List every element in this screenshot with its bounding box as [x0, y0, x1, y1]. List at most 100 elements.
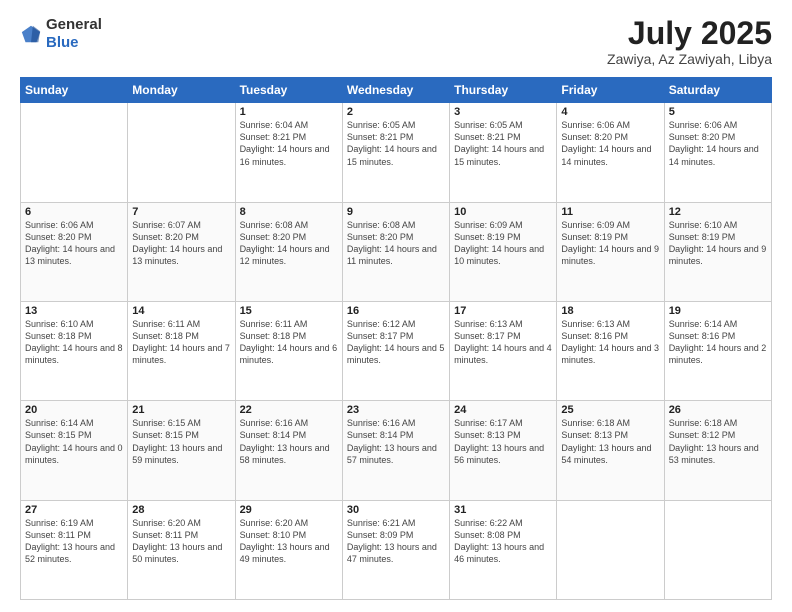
calendar-cell: 23Sunrise: 6:16 AM Sunset: 8:14 PM Dayli…: [342, 401, 449, 500]
day-number: 27: [25, 504, 123, 516]
day-info: Sunrise: 6:14 AM Sunset: 8:15 PM Dayligh…: [25, 417, 123, 466]
day-number: 16: [347, 305, 445, 317]
day-info: Sunrise: 6:11 AM Sunset: 8:18 PM Dayligh…: [240, 318, 338, 367]
day-number: 22: [240, 404, 338, 416]
day-info: Sunrise: 6:16 AM Sunset: 8:14 PM Dayligh…: [240, 417, 338, 466]
day-number: 17: [454, 305, 552, 317]
day-number: 21: [132, 404, 230, 416]
logo-blue: Blue: [46, 34, 79, 51]
day-header-wednesday: Wednesday: [342, 78, 449, 103]
day-number: 9: [347, 206, 445, 218]
calendar-cell: 19Sunrise: 6:14 AM Sunset: 8:16 PM Dayli…: [664, 301, 771, 400]
calendar-cell: [128, 103, 235, 202]
day-number: 7: [132, 206, 230, 218]
day-info: Sunrise: 6:05 AM Sunset: 8:21 PM Dayligh…: [454, 119, 552, 168]
title-month: July 2025: [607, 16, 772, 51]
calendar-cell: 6Sunrise: 6:06 AM Sunset: 8:20 PM Daylig…: [21, 202, 128, 301]
day-number: 25: [561, 404, 659, 416]
week-row-1: 6Sunrise: 6:06 AM Sunset: 8:20 PM Daylig…: [21, 202, 772, 301]
day-info: Sunrise: 6:20 AM Sunset: 8:11 PM Dayligh…: [132, 517, 230, 566]
calendar-cell: 12Sunrise: 6:10 AM Sunset: 8:19 PM Dayli…: [664, 202, 771, 301]
day-info: Sunrise: 6:06 AM Sunset: 8:20 PM Dayligh…: [669, 119, 767, 168]
day-info: Sunrise: 6:19 AM Sunset: 8:11 PM Dayligh…: [25, 517, 123, 566]
title-location: Zawiya, Az Zawiyah, Libya: [607, 51, 772, 67]
week-row-4: 27Sunrise: 6:19 AM Sunset: 8:11 PM Dayli…: [21, 500, 772, 599]
title-block: July 2025 Zawiya, Az Zawiyah, Libya: [607, 16, 772, 67]
day-header-friday: Friday: [557, 78, 664, 103]
day-info: Sunrise: 6:04 AM Sunset: 8:21 PM Dayligh…: [240, 119, 338, 168]
day-header-thursday: Thursday: [450, 78, 557, 103]
day-info: Sunrise: 6:08 AM Sunset: 8:20 PM Dayligh…: [240, 219, 338, 268]
day-number: 10: [454, 206, 552, 218]
calendar-cell: 14Sunrise: 6:11 AM Sunset: 8:18 PM Dayli…: [128, 301, 235, 400]
day-info: Sunrise: 6:16 AM Sunset: 8:14 PM Dayligh…: [347, 417, 445, 466]
day-number: 13: [25, 305, 123, 317]
week-row-3: 20Sunrise: 6:14 AM Sunset: 8:15 PM Dayli…: [21, 401, 772, 500]
page: General Blue July 2025 Zawiya, Az Zawiya…: [0, 0, 792, 612]
day-info: Sunrise: 6:17 AM Sunset: 8:13 PM Dayligh…: [454, 417, 552, 466]
day-number: 11: [561, 206, 659, 218]
day-number: 24: [454, 404, 552, 416]
logo-general: General: [46, 16, 102, 33]
day-number: 6: [25, 206, 123, 218]
calendar-cell: 8Sunrise: 6:08 AM Sunset: 8:20 PM Daylig…: [235, 202, 342, 301]
day-info: Sunrise: 6:07 AM Sunset: 8:20 PM Dayligh…: [132, 219, 230, 268]
day-info: Sunrise: 6:13 AM Sunset: 8:17 PM Dayligh…: [454, 318, 552, 367]
week-row-2: 13Sunrise: 6:10 AM Sunset: 8:18 PM Dayli…: [21, 301, 772, 400]
day-header-tuesday: Tuesday: [235, 78, 342, 103]
calendar-cell: 3Sunrise: 6:05 AM Sunset: 8:21 PM Daylig…: [450, 103, 557, 202]
calendar-cell: 25Sunrise: 6:18 AM Sunset: 8:13 PM Dayli…: [557, 401, 664, 500]
calendar-cell: 22Sunrise: 6:16 AM Sunset: 8:14 PM Dayli…: [235, 401, 342, 500]
calendar-cell: 15Sunrise: 6:11 AM Sunset: 8:18 PM Dayli…: [235, 301, 342, 400]
calendar-cell: 5Sunrise: 6:06 AM Sunset: 8:20 PM Daylig…: [664, 103, 771, 202]
day-number: 20: [25, 404, 123, 416]
day-number: 5: [669, 106, 767, 118]
calendar-cell: [557, 500, 664, 599]
day-number: 12: [669, 206, 767, 218]
calendar-cell: 29Sunrise: 6:20 AM Sunset: 8:10 PM Dayli…: [235, 500, 342, 599]
day-info: Sunrise: 6:18 AM Sunset: 8:12 PM Dayligh…: [669, 417, 767, 466]
day-header-saturday: Saturday: [664, 78, 771, 103]
day-header-sunday: Sunday: [21, 78, 128, 103]
calendar-cell: 9Sunrise: 6:08 AM Sunset: 8:20 PM Daylig…: [342, 202, 449, 301]
day-info: Sunrise: 6:12 AM Sunset: 8:17 PM Dayligh…: [347, 318, 445, 367]
calendar-cell: 24Sunrise: 6:17 AM Sunset: 8:13 PM Dayli…: [450, 401, 557, 500]
day-info: Sunrise: 6:20 AM Sunset: 8:10 PM Dayligh…: [240, 517, 338, 566]
logo-icon: [20, 23, 42, 45]
day-number: 8: [240, 206, 338, 218]
calendar-cell: 28Sunrise: 6:20 AM Sunset: 8:11 PM Dayli…: [128, 500, 235, 599]
day-number: 28: [132, 504, 230, 516]
calendar-cell: 18Sunrise: 6:13 AM Sunset: 8:16 PM Dayli…: [557, 301, 664, 400]
day-number: 3: [454, 106, 552, 118]
day-info: Sunrise: 6:06 AM Sunset: 8:20 PM Dayligh…: [25, 219, 123, 268]
day-number: 15: [240, 305, 338, 317]
calendar-cell: 11Sunrise: 6:09 AM Sunset: 8:19 PM Dayli…: [557, 202, 664, 301]
day-number: 23: [347, 404, 445, 416]
calendar-cell: 10Sunrise: 6:09 AM Sunset: 8:19 PM Dayli…: [450, 202, 557, 301]
day-info: Sunrise: 6:09 AM Sunset: 8:19 PM Dayligh…: [561, 219, 659, 268]
calendar-cell: 21Sunrise: 6:15 AM Sunset: 8:15 PM Dayli…: [128, 401, 235, 500]
logo: General Blue: [20, 16, 102, 52]
day-info: Sunrise: 6:14 AM Sunset: 8:16 PM Dayligh…: [669, 318, 767, 367]
day-info: Sunrise: 6:21 AM Sunset: 8:09 PM Dayligh…: [347, 517, 445, 566]
day-info: Sunrise: 6:13 AM Sunset: 8:16 PM Dayligh…: [561, 318, 659, 367]
calendar-cell: 20Sunrise: 6:14 AM Sunset: 8:15 PM Dayli…: [21, 401, 128, 500]
calendar-cell: 27Sunrise: 6:19 AM Sunset: 8:11 PM Dayli…: [21, 500, 128, 599]
calendar-cell: 4Sunrise: 6:06 AM Sunset: 8:20 PM Daylig…: [557, 103, 664, 202]
day-number: 1: [240, 106, 338, 118]
day-number: 4: [561, 106, 659, 118]
day-info: Sunrise: 6:09 AM Sunset: 8:19 PM Dayligh…: [454, 219, 552, 268]
day-info: Sunrise: 6:10 AM Sunset: 8:19 PM Dayligh…: [669, 219, 767, 268]
day-info: Sunrise: 6:22 AM Sunset: 8:08 PM Dayligh…: [454, 517, 552, 566]
day-info: Sunrise: 6:06 AM Sunset: 8:20 PM Dayligh…: [561, 119, 659, 168]
calendar-cell: 17Sunrise: 6:13 AM Sunset: 8:17 PM Dayli…: [450, 301, 557, 400]
day-info: Sunrise: 6:05 AM Sunset: 8:21 PM Dayligh…: [347, 119, 445, 168]
day-number: 18: [561, 305, 659, 317]
calendar-cell: 7Sunrise: 6:07 AM Sunset: 8:20 PM Daylig…: [128, 202, 235, 301]
calendar-cell: 26Sunrise: 6:18 AM Sunset: 8:12 PM Dayli…: [664, 401, 771, 500]
calendar-cell: 1Sunrise: 6:04 AM Sunset: 8:21 PM Daylig…: [235, 103, 342, 202]
day-number: 26: [669, 404, 767, 416]
day-number: 14: [132, 305, 230, 317]
day-info: Sunrise: 6:18 AM Sunset: 8:13 PM Dayligh…: [561, 417, 659, 466]
day-info: Sunrise: 6:10 AM Sunset: 8:18 PM Dayligh…: [25, 318, 123, 367]
